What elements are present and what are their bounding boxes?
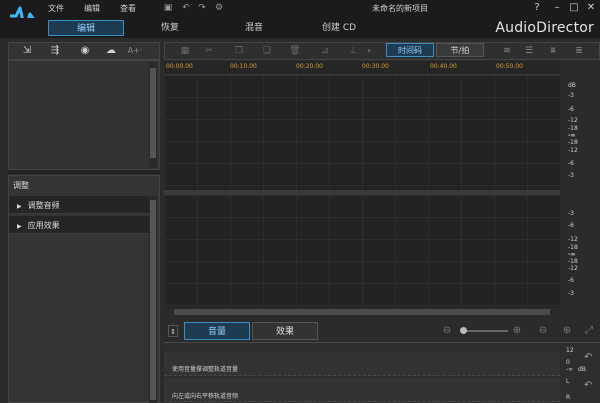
envelope-scale-label: L xyxy=(566,378,570,385)
db-label: -6 xyxy=(568,277,574,284)
db-label: -3 xyxy=(568,290,574,297)
db-label: -6 xyxy=(568,160,574,167)
mode-tab-mix[interactable]: 混音 xyxy=(234,20,274,36)
disc-icon[interactable]: ◉ xyxy=(78,45,92,57)
cloud-icon[interactable]: ☁ xyxy=(104,45,118,57)
envelope-scale-label: -∞ xyxy=(566,366,574,373)
text-size-icon[interactable]: A+· xyxy=(124,45,146,57)
db-label: -∞ xyxy=(568,251,576,258)
ruler-tick: 00:00.00 xyxy=(166,63,193,70)
mode-tab-create-cd[interactable]: 创建 CD xyxy=(314,20,364,36)
menu-edit[interactable]: 编辑 xyxy=(84,3,100,14)
ruler-tick: 00:10.00 xyxy=(230,63,257,70)
db-label: -∞ xyxy=(568,132,576,139)
reset-pan-icon[interactable]: ↶ xyxy=(584,380,592,391)
reset-volume-icon[interactable]: ↶ xyxy=(584,352,592,363)
zoom-slider-knob[interactable] xyxy=(460,327,467,334)
ruler-tick: 00:50.00 xyxy=(496,63,523,70)
ruler-tick: 00:30.00 xyxy=(362,63,389,70)
close-button[interactable]: ✕ xyxy=(584,1,598,15)
zoom-in-icon[interactable]: ⊕ xyxy=(510,324,524,338)
timeline-scroll-thumb[interactable] xyxy=(174,309,550,315)
adjust-item-adjust-audio[interactable]: 调整音频 xyxy=(9,196,149,214)
db-label: -3 xyxy=(568,92,574,99)
tab-menu-icon[interactable]: ⇕ xyxy=(168,325,178,337)
menu-file[interactable]: 文件 xyxy=(48,3,64,14)
spectral-view-icon[interactable]: ☰ xyxy=(522,44,536,58)
zoom-vertical-out-icon[interactable]: ⊖ xyxy=(536,324,550,338)
envelope-scale-label: 12 xyxy=(566,347,574,354)
brand-name: AudioDirector xyxy=(495,20,594,36)
zoom-vertical-in-icon[interactable]: ⊕ xyxy=(560,324,574,338)
adjust-panel-title: 调整 xyxy=(13,181,29,190)
db-label: -18 xyxy=(568,139,578,146)
envelope-scale-label: dB xyxy=(578,366,586,373)
marker-dropdown-icon[interactable]: ▾ xyxy=(362,44,376,58)
adjust-item-label: 应用效果 xyxy=(17,220,60,231)
zoom-slider[interactable] xyxy=(460,330,508,332)
db-label: -3 xyxy=(568,210,574,217)
minimize-button[interactable]: – xyxy=(550,1,564,15)
db-label: -6 xyxy=(568,222,574,229)
pan-envelope-hint: 向左或向右平移轨道音频 xyxy=(172,393,239,400)
volume-envelope-hint: 使用音量撑调整轨道音量 xyxy=(172,366,239,373)
db-label: -12 xyxy=(568,117,578,124)
db-label: -6 xyxy=(568,106,574,113)
ruler-tick: 00:20.00 xyxy=(296,63,323,70)
zoom-out-icon[interactable]: ⊖ xyxy=(440,324,454,338)
full-view-icon[interactable]: ≣ xyxy=(572,44,586,58)
waveform-track-left[interactable] xyxy=(164,75,560,190)
waveform-track-right[interactable] xyxy=(164,195,560,307)
ruler-tick: 00:40.00 xyxy=(430,63,457,70)
settings-gear-icon[interactable]: ⚙ xyxy=(213,2,225,14)
mixed-view-icon[interactable]: ⩩ xyxy=(546,44,560,58)
db-label: -18 xyxy=(568,125,578,132)
maximize-button[interactable]: □ xyxy=(567,1,581,15)
media-scroll-thumb[interactable] xyxy=(150,68,156,158)
undo-icon[interactable]: ↶ xyxy=(180,2,192,14)
save-icon[interactable]: ▣ xyxy=(162,2,174,14)
beat-toggle[interactable]: 节/拍 xyxy=(436,43,484,57)
zoom-fit-icon[interactable]: ⤢ xyxy=(582,324,596,338)
adjust-scroll-thumb[interactable] xyxy=(150,200,156,400)
db-label: -12 xyxy=(568,265,578,272)
tab-volume[interactable]: 音量 xyxy=(184,322,250,340)
db-label: dB xyxy=(568,82,576,89)
import-media-icon[interactable]: ⇲ xyxy=(20,45,34,57)
adjust-item-apply-effects[interactable]: 应用效果 xyxy=(9,216,149,234)
redo-icon[interactable]: ↷ xyxy=(196,2,208,14)
document-title: 未命名的新项目 xyxy=(372,4,428,13)
timecode-toggle[interactable]: 时间码 xyxy=(386,43,434,57)
help-button[interactable]: ? xyxy=(530,1,544,15)
waveform-view-icon[interactable]: ≋ xyxy=(500,44,514,58)
panel-splitter[interactable] xyxy=(8,170,160,174)
db-label: -12 xyxy=(568,236,578,243)
db-label: -18 xyxy=(568,244,578,251)
adjust-item-label: 调整音频 xyxy=(17,200,60,211)
db-label: -12 xyxy=(568,147,578,154)
menu-view[interactable]: 查看 xyxy=(120,3,136,14)
media-library[interactable] xyxy=(8,60,160,170)
select-icon[interactable]: ▦ xyxy=(178,44,192,58)
mode-tab-edit[interactable]: 编辑 xyxy=(48,20,124,36)
import-file-icon[interactable]: ⇶ xyxy=(48,45,62,57)
crop-icon[interactable]: ⊿ xyxy=(318,44,332,58)
db-label: -18 xyxy=(568,258,578,265)
paste-icon[interactable]: ❏ xyxy=(260,44,274,58)
marker-icon[interactable]: ⊥ xyxy=(346,44,360,58)
cut-icon[interactable]: ✂ xyxy=(202,44,216,58)
mode-tab-restore[interactable]: 恢复 xyxy=(150,20,190,36)
envelope-scale-label: 0 xyxy=(566,359,570,366)
tab-effects[interactable]: 效果 xyxy=(252,322,318,340)
envelope-scale-label: R xyxy=(566,394,571,401)
delete-icon[interactable]: 🗑 xyxy=(288,44,302,58)
copy-icon[interactable]: ❐ xyxy=(232,44,246,58)
db-label: -3 xyxy=(568,172,574,179)
